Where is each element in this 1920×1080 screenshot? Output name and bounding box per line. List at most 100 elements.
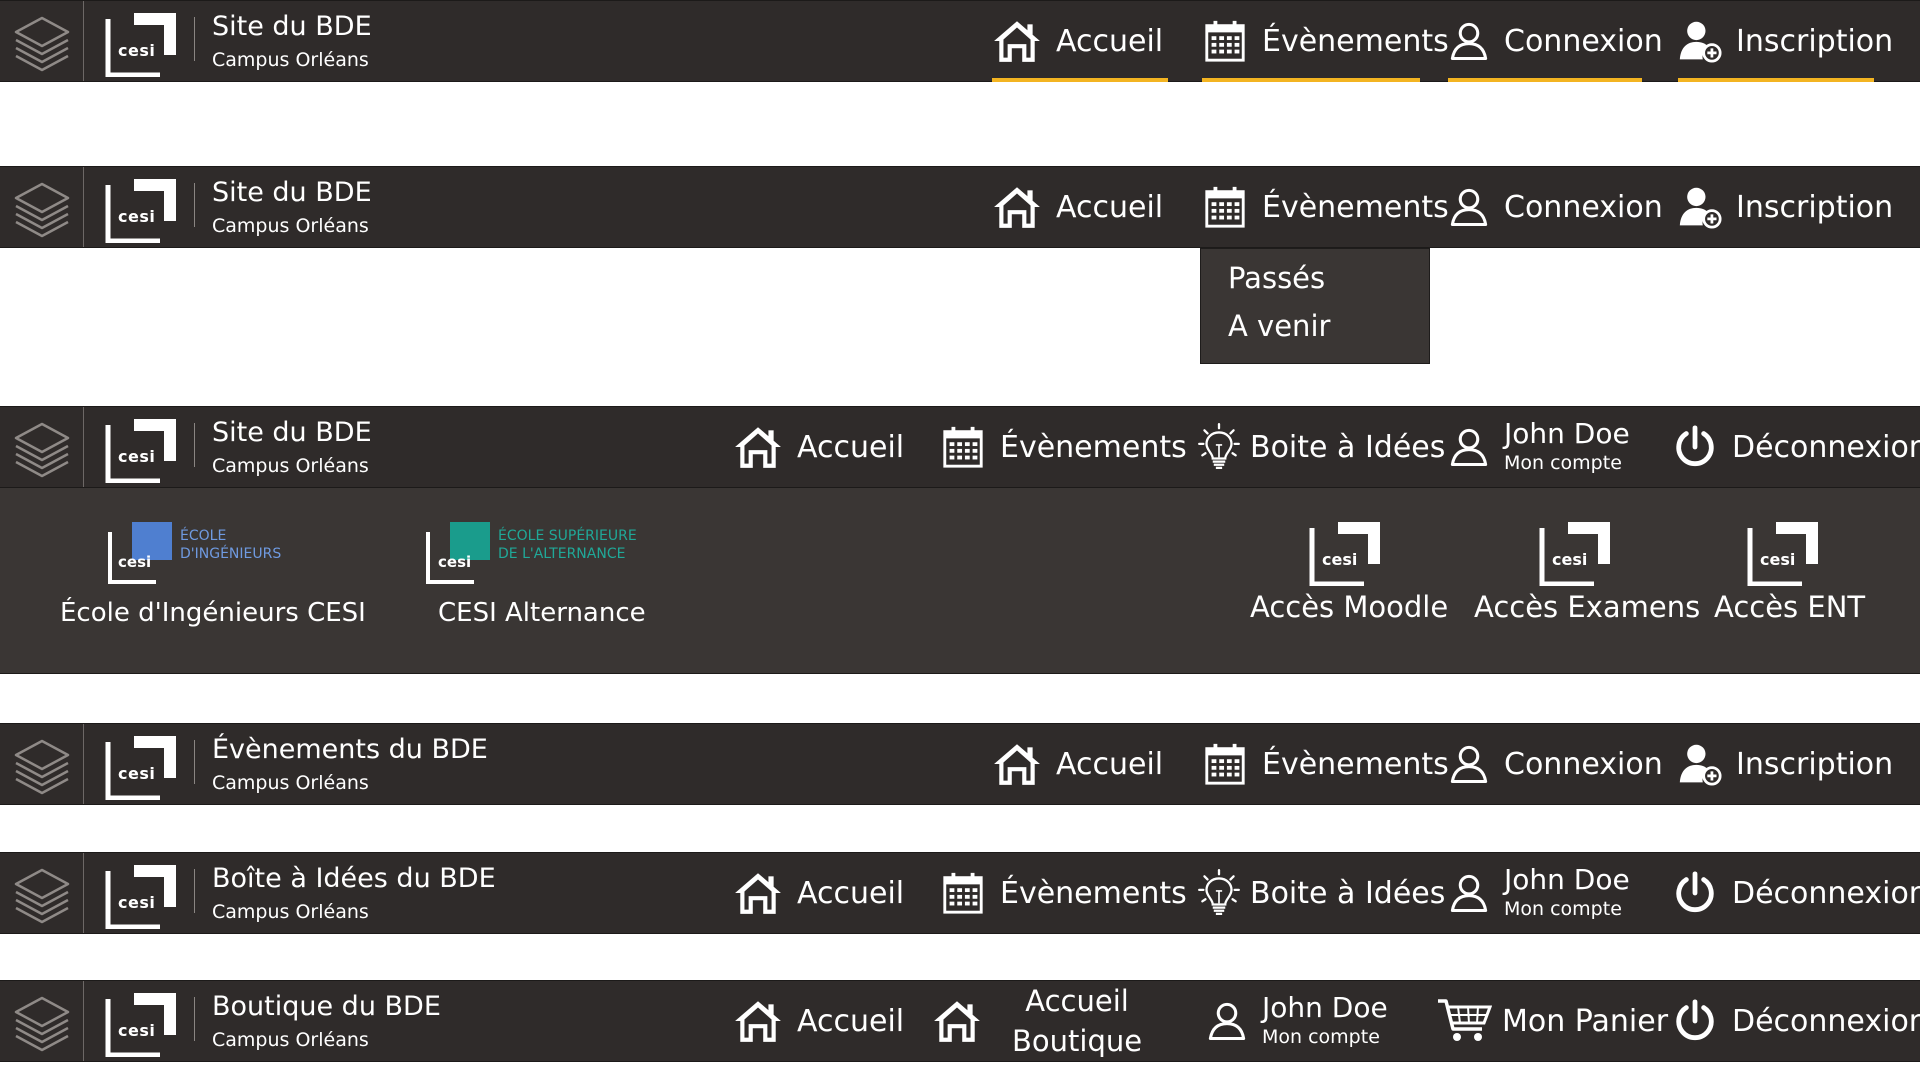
nav-accueil[interactable]: Accueil (992, 724, 1163, 804)
nav-label: Inscription (1736, 189, 1894, 225)
divider (83, 1, 84, 81)
layers-menu-icon[interactable] (10, 862, 74, 926)
user-add-icon (1678, 19, 1722, 63)
home-icon (992, 739, 1042, 789)
nav-inscription[interactable]: Inscription (1678, 167, 1893, 247)
active-underline (992, 78, 1168, 82)
school-link-alternance[interactable]: cesi ÉCOLE SUPÉRIEURE DE L'ALTERNANCE CE… (424, 522, 664, 642)
school-link-ingenieurs[interactable]: cesi ÉCOLE D'INGÉNIEURS École d'Ingénieu… (60, 522, 366, 642)
calendar-icon (940, 424, 986, 470)
nav-connexion[interactable]: Connexion (1448, 724, 1663, 804)
cesi-logo: cesi (1538, 518, 1614, 586)
layers-menu-icon[interactable] (10, 416, 74, 480)
account-sublabel: Mon compte (1504, 452, 1622, 474)
site-title: Boîte à Idées du BDE (212, 863, 496, 894)
divider (83, 407, 84, 487)
cesi-logo[interactable]: cesi (104, 415, 180, 483)
account-label: John Doe Mon compte (1504, 418, 1630, 476)
cesi-logo[interactable]: cesi (104, 9, 180, 77)
nav-label: Évènements (1000, 875, 1187, 911)
nav-connexion[interactable]: Connexion (1448, 1, 1663, 82)
nav-accueil[interactable]: Accueil (992, 1, 1168, 82)
nav-evenements[interactable]: Évènements (940, 853, 1187, 933)
nav-label: Accueil (1056, 189, 1164, 225)
nav-mon-compte[interactable]: John Doe Mon compte (1448, 407, 1630, 487)
navbar-variant-5: cesi Boîte à Idées du BDE Campus Orléans… (0, 852, 1920, 934)
nav-mon-panier[interactable]: Mon Panier (1436, 981, 1668, 1061)
nav-evenements[interactable]: Évènements (1202, 167, 1449, 247)
site-subtitle: Campus Orléans (212, 901, 369, 923)
user-add-icon (1678, 742, 1722, 786)
cesi-logo-text: cesi (118, 893, 156, 912)
nav-mon-compte[interactable]: John Doe Mon compte (1448, 853, 1630, 933)
nav-accueil[interactable]: Accueil (992, 167, 1163, 247)
account-sublabel: Mon compte (1504, 898, 1622, 920)
cesi-logo[interactable]: cesi (104, 989, 180, 1057)
layers-menu-icon[interactable] (10, 176, 74, 240)
cesi-logo-text: cesi (118, 1021, 156, 1040)
site-subtitle: Campus Orléans (212, 215, 369, 237)
nav-accueil-boutique[interactable]: Accueil Boutique (932, 981, 1142, 1061)
power-icon (1672, 424, 1718, 470)
user-icon (1448, 872, 1490, 914)
home-icon (992, 182, 1042, 232)
active-underline (1678, 78, 1874, 82)
divider (83, 724, 84, 804)
nav-accueil[interactable]: Accueil (733, 981, 904, 1061)
nav-boite-a-idees[interactable]: Boite à Idées (1194, 407, 1445, 487)
site-title: Évènements du BDE (212, 734, 488, 765)
layers-menu-icon[interactable] (10, 990, 74, 1054)
nav-boite-a-idees[interactable]: Boite à Idées (1194, 853, 1445, 933)
cesi-logo-text: cesi (118, 41, 156, 60)
nav-inscription[interactable]: Inscription (1678, 724, 1893, 804)
nav-evenements[interactable]: Évènements (1202, 724, 1449, 804)
dropdown-item-a-venir[interactable]: A venir (1228, 309, 1330, 343)
nav-label: Évènements (1000, 429, 1187, 465)
layers-menu-icon[interactable] (10, 733, 74, 797)
nav-accueil[interactable]: Accueil (733, 407, 904, 487)
nav-deconnexion[interactable]: Déconnexion (1672, 853, 1920, 933)
nav-inscription[interactable]: Inscription (1678, 1, 1893, 82)
boutique-label-line1: Accueil (1025, 984, 1129, 1018)
evenements-dropdown: Passés A venir (1200, 248, 1430, 364)
active-underline (1202, 78, 1420, 82)
site-subtitle: Campus Orléans (212, 772, 369, 794)
home-icon (932, 996, 982, 1046)
school-label: École d'Ingénieurs CESI (60, 598, 366, 628)
link-acces-moodle[interactable]: cesi Accès Moodle (1246, 518, 1448, 642)
nav-deconnexion[interactable]: Déconnexion (1672, 407, 1920, 487)
navbar-variant-2: cesi Site du BDE Campus Orléans Accueil … (0, 166, 1920, 248)
cesi-logo-text: cesi (1760, 550, 1796, 569)
dropdown-item-passes[interactable]: Passés (1228, 261, 1325, 295)
site-title: Site du BDE (212, 417, 372, 448)
cesi-logo[interactable]: cesi (104, 732, 180, 800)
link-acces-ent[interactable]: cesi Accès ENT (1712, 518, 1865, 642)
user-icon (1448, 186, 1490, 228)
nav-label: Connexion (1504, 746, 1663, 782)
boutique-label-line2: Boutique (1012, 1024, 1143, 1058)
nav-mon-compte[interactable]: John Doe Mon compte (1206, 981, 1388, 1061)
cesi-logo-text: cesi (118, 207, 156, 226)
nav-label: Déconnexion (1732, 875, 1920, 911)
nav-connexion[interactable]: Connexion (1448, 167, 1663, 247)
cesi-logo[interactable]: cesi (104, 175, 180, 243)
site-title: Site du BDE (212, 177, 372, 208)
link-acces-examens[interactable]: cesi Accès Examens (1474, 518, 1700, 642)
nav-label: Accueil (797, 1003, 905, 1039)
nav-accueil[interactable]: Accueil (733, 853, 904, 933)
school-logo-text: cesi (118, 553, 152, 571)
school-logo-line2: D'INGÉNIEURS (180, 546, 282, 562)
layers-menu-icon[interactable] (10, 10, 74, 74)
nav-label: Connexion (1504, 23, 1663, 59)
nav-evenements[interactable]: Évènements (940, 407, 1187, 487)
nav-label: Accueil (797, 429, 905, 465)
cesi-logo[interactable]: cesi (104, 861, 180, 929)
nav-deconnexion[interactable]: Déconnexion (1672, 981, 1920, 1061)
user-icon (1448, 426, 1490, 468)
school-logo-line2: DE L'ALTERNANCE (498, 546, 626, 562)
divider (194, 183, 195, 227)
nav-evenements[interactable]: Évènements (1202, 1, 1449, 82)
calendar-icon (1202, 184, 1248, 230)
cesi-logo: cesi (1746, 518, 1822, 586)
cesi-logo-text: cesi (1322, 550, 1358, 569)
